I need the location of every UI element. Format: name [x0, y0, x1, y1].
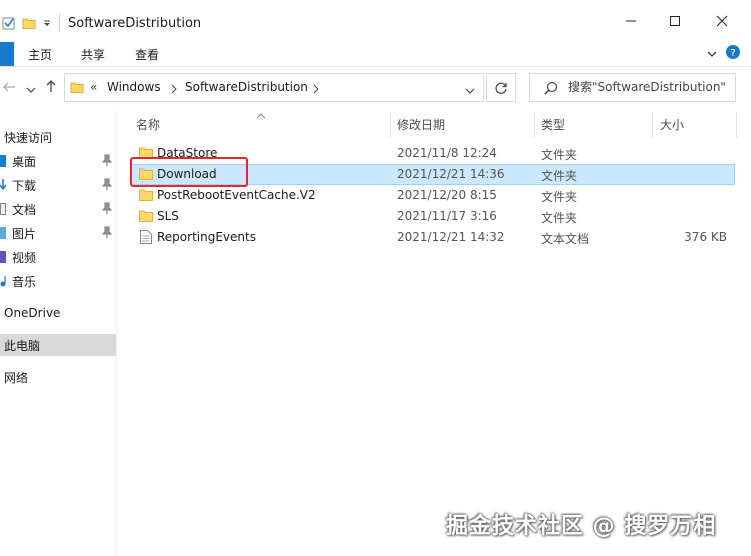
properties-check-icon[interactable] — [2, 16, 16, 33]
file-modified: 2021/12/21 14:32 — [397, 230, 505, 244]
search-input[interactable] — [568, 80, 733, 94]
minimize-icon — [626, 20, 636, 22]
sort-ascending-icon — [256, 108, 266, 122]
file-type: 文件夹 — [541, 190, 578, 204]
nav-item-this-pc[interactable]: 此电脑 — [0, 334, 116, 356]
nav-item-onedrive[interactable]: OneDrive — [0, 302, 116, 324]
file-row-postrebooteventcache[interactable]: PostRebootEventCache.V2 2021/12/20 8:15 … — [131, 185, 735, 206]
ribbon-bar — [0, 42, 751, 67]
pin-icon — [101, 154, 113, 169]
column-separator[interactable] — [652, 112, 653, 138]
window-title: SoftwareDistribution — [68, 16, 202, 31]
column-separator[interactable] — [736, 112, 737, 138]
nav-item-downloads[interactable]: 下载 — [0, 174, 116, 196]
text-file-icon — [140, 230, 152, 247]
file-name: PostRebootEventCache.V2 — [157, 188, 316, 202]
address-bar[interactable]: « Windows SoftwareDistribution — [64, 73, 484, 102]
watermark-text: 掘金技术社区 @ 搜罗万相 — [446, 514, 717, 539]
maximize-button[interactable] — [651, 0, 699, 42]
back-arrow-icon[interactable] — [2, 81, 16, 96]
recent-locations-dropdown-icon[interactable] — [26, 83, 36, 97]
download-icon — [0, 179, 6, 191]
nav-item-pictures[interactable]: 图片 — [0, 222, 116, 244]
minimize-button[interactable] — [607, 0, 655, 42]
file-size: 376 KB — [684, 230, 727, 244]
tab-share[interactable]: 共享 — [81, 46, 105, 63]
breadcrumb-chevron-icon[interactable] — [313, 83, 319, 97]
file-name: ReportingEvents — [157, 230, 256, 244]
music-icon — [0, 275, 6, 287]
address-folder-icon — [70, 80, 84, 97]
quick-access-toolbar-dropdown-icon[interactable] — [42, 18, 52, 32]
nav-item-music[interactable]: 音乐 — [0, 270, 116, 292]
video-icon — [0, 251, 6, 263]
file-modified: 2021/11/8 12:24 — [397, 146, 497, 160]
nav-item-label: 桌面 — [12, 154, 37, 169]
up-arrow-icon[interactable] — [45, 79, 57, 96]
file-row-sls[interactable]: SLS 2021/11/17 3:16 文件夹 — [131, 206, 735, 227]
column-header-modified[interactable]: 修改日期 — [397, 116, 445, 133]
folder-icon — [139, 188, 153, 204]
file-type: 文件夹 — [541, 148, 578, 162]
svg-text:?: ? — [730, 48, 735, 59]
file-tab[interactable] — [0, 42, 14, 66]
pin-icon — [101, 178, 113, 193]
folder-icon — [139, 209, 153, 225]
file-modified: 2021/12/21 14:36 — [397, 167, 505, 181]
search-icon — [544, 81, 558, 98]
nav-item-label: 快速访问 — [4, 130, 53, 145]
nav-item-label: 视频 — [12, 250, 37, 265]
navigation-pane: 快速访问 桌面 下载 文档 图片 视频 音乐 OneDrive 此电脑 网络 — [0, 110, 116, 556]
refresh-icon — [495, 82, 507, 94]
file-type: 文件夹 — [541, 211, 578, 225]
document-icon — [0, 203, 6, 215]
nav-item-label: 此电脑 — [4, 338, 41, 353]
breadcrumb-overflow[interactable]: « — [90, 80, 97, 94]
ribbon-expand-icon[interactable] — [706, 48, 718, 62]
column-separator[interactable] — [390, 112, 391, 138]
breadcrumb-softwaredistribution[interactable]: SoftwareDistribution — [185, 80, 308, 94]
column-header-name[interactable]: 名称 — [136, 116, 160, 133]
pin-icon — [101, 226, 113, 241]
file-modified: 2021/11/17 3:16 — [397, 209, 497, 223]
nav-item-label: 音乐 — [12, 274, 37, 289]
nav-item-desktop[interactable]: 桌面 — [0, 150, 116, 172]
desktop-icon — [0, 155, 6, 167]
breadcrumb-chevron-icon[interactable] — [171, 83, 177, 97]
column-header-size[interactable]: 大小 — [660, 116, 684, 133]
nav-item-label: 网络 — [4, 370, 29, 385]
annotation-highlight-box — [130, 157, 248, 187]
file-row-reportingevents[interactable]: ReportingEvents 2021/12/21 14:32 文本文档 37… — [131, 227, 735, 248]
title-divider — [59, 14, 60, 32]
help-icon[interactable]: ? — [725, 44, 741, 63]
file-type: 文件夹 — [541, 169, 578, 183]
pin-icon — [101, 202, 113, 217]
nav-item-label: 下载 — [12, 178, 37, 193]
new-folder-quick-icon[interactable] — [22, 16, 36, 33]
close-icon — [716, 15, 728, 27]
maximize-icon — [670, 16, 680, 26]
nav-item-label: 文档 — [12, 202, 37, 217]
nav-item-label: OneDrive — [4, 306, 61, 320]
refresh-button[interactable] — [486, 73, 516, 102]
nav-item-documents[interactable]: 文档 — [0, 198, 116, 220]
column-header-type[interactable]: 类型 — [541, 116, 565, 133]
file-name: SLS — [157, 209, 179, 223]
pane-divider[interactable] — [116, 110, 117, 556]
nav-item-network[interactable]: 网络 — [0, 366, 116, 388]
file-modified: 2021/12/20 8:15 — [397, 188, 497, 202]
breadcrumb-windows[interactable]: Windows — [107, 80, 161, 94]
tab-view[interactable]: 查看 — [135, 46, 159, 63]
address-history-dropdown-icon[interactable] — [465, 84, 475, 98]
column-separator[interactable] — [534, 112, 535, 138]
search-box[interactable] — [529, 73, 736, 102]
nav-item-quick-access[interactable]: 快速访问 — [0, 126, 116, 148]
picture-icon — [0, 227, 6, 239]
nav-item-label: 图片 — [12, 226, 37, 241]
tab-home[interactable]: 主页 — [28, 46, 52, 63]
file-type: 文本文档 — [541, 232, 590, 246]
close-button[interactable] — [698, 0, 746, 42]
nav-item-videos[interactable]: 视频 — [0, 246, 116, 268]
